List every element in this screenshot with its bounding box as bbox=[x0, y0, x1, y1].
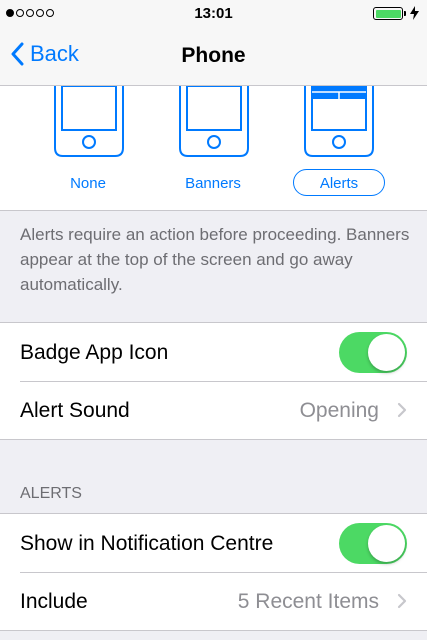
chevron-right-icon bbox=[397, 593, 407, 609]
alert-style-label: Banners bbox=[185, 175, 241, 192]
include-value: 5 Recent Items bbox=[237, 590, 379, 613]
alert-style-description: Alerts require an action before proceedi… bbox=[20, 225, 410, 294]
badge-app-icon-toggle[interactable] bbox=[339, 332, 407, 373]
alert-sound-label: Alert Sound bbox=[20, 399, 130, 422]
chevron-right-icon bbox=[397, 402, 407, 418]
page-title: Phone bbox=[181, 44, 246, 67]
alert-style-label: None bbox=[70, 175, 106, 192]
alert-sound-value: Opening bbox=[299, 399, 379, 422]
phone-banner-icon bbox=[179, 86, 249, 157]
alert-sound-row[interactable]: Alert Sound Opening bbox=[0, 381, 427, 439]
navigation-bar: Back Phone bbox=[0, 28, 427, 86]
alert-style-picker: None Banners Alerts bbox=[0, 86, 427, 211]
alert-style-banners[interactable]: Banners bbox=[163, 86, 263, 210]
status-bar: 13:01 bbox=[0, 0, 427, 28]
alert-style-label-selected: Alerts bbox=[293, 169, 385, 196]
badge-app-icon-row: Badge App Icon bbox=[0, 323, 427, 381]
notification-centre-label: Show in Notification Centre bbox=[20, 532, 274, 555]
notification-centre-row: Show in Notification Centre bbox=[0, 514, 427, 572]
alert-style-alerts[interactable]: Alerts bbox=[288, 86, 388, 210]
alert-style-none[interactable]: None bbox=[38, 86, 138, 210]
settings-group: Badge App Icon Alert Sound Opening bbox=[0, 322, 427, 440]
battery-icon bbox=[373, 7, 406, 20]
phone-none-icon bbox=[54, 86, 124, 157]
bolt-icon bbox=[410, 6, 419, 20]
status-time: 13:01 bbox=[194, 5, 233, 22]
section-header-alerts: ALERTS bbox=[20, 485, 82, 502]
alerts-group: Show in Notification Centre Include 5 Re… bbox=[0, 513, 427, 631]
include-row[interactable]: Include 5 Recent Items bbox=[0, 572, 427, 630]
include-label: Include bbox=[20, 590, 88, 613]
badge-app-icon-label: Badge App Icon bbox=[20, 341, 169, 364]
notification-centre-toggle[interactable] bbox=[339, 523, 407, 564]
phone-alert-icon bbox=[304, 86, 374, 157]
